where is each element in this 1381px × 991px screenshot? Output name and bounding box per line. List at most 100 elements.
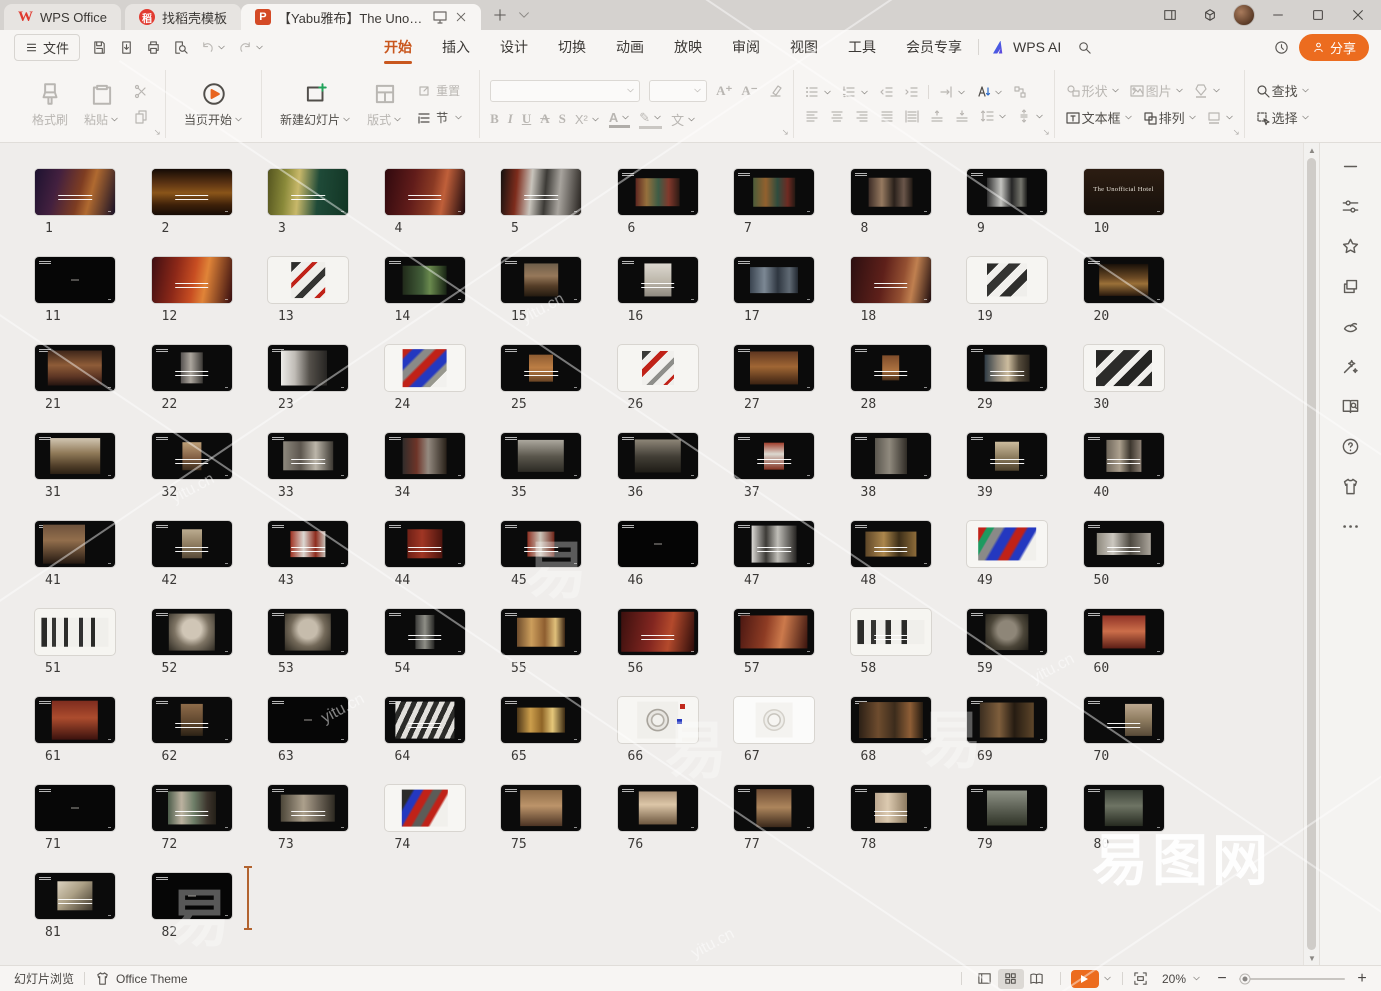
history-icon[interactable] <box>1274 40 1289 55</box>
justify-icon[interactable] <box>879 108 895 124</box>
slide-thumbnail-48[interactable] <box>851 521 931 567</box>
slide-thumbnail-19[interactable] <box>967 257 1047 303</box>
undo-chevron-icon[interactable] <box>217 43 226 52</box>
slide-thumbnail-58[interactable] <box>851 609 931 655</box>
font-color-button[interactable]: A <box>609 110 630 128</box>
slide-thumbnail-74[interactable] <box>385 785 465 831</box>
scroll-down-icon[interactable]: ▼ <box>1304 951 1319 965</box>
slide-thumbnail-24[interactable] <box>385 345 465 391</box>
slide-thumbnail-71[interactable] <box>35 785 115 831</box>
slide-thumbnail-69[interactable] <box>967 697 1047 743</box>
smart-tools-icon[interactable] <box>1341 357 1360 376</box>
slide-thumbnail-31[interactable] <box>35 433 115 479</box>
slide-thumbnail-7[interactable] <box>734 169 814 215</box>
print-preview-icon[interactable] <box>173 40 188 55</box>
superscript-button[interactable]: X² <box>575 112 600 127</box>
slide-thumbnail-49[interactable] <box>967 521 1047 567</box>
slide-thumbnail-67[interactable] <box>734 697 814 743</box>
slide-thumbnail-2[interactable] <box>152 169 232 215</box>
zoom-slider[interactable] <box>1239 978 1345 980</box>
slide-thumbnail-4[interactable] <box>385 169 465 215</box>
reset-button[interactable]: 重置 <box>416 82 463 99</box>
slide-thumbnail-53[interactable] <box>268 609 348 655</box>
slide-thumbnail-33[interactable] <box>268 433 348 479</box>
slide-thumbnail-14[interactable] <box>385 257 465 303</box>
ribbon-tab-放映[interactable]: 放映 <box>672 33 704 61</box>
ribbon-tab-会员专享[interactable]: 会员专享 <box>904 33 964 61</box>
slide-thumbnail-72[interactable] <box>152 785 232 831</box>
slide-thumbnail-59[interactable] <box>967 609 1047 655</box>
align-left-icon[interactable] <box>804 108 820 124</box>
font-size-select[interactable] <box>649 80 707 102</box>
document-tab[interactable]: P 【Yabu雅布】The Unofficial <box>241 4 481 30</box>
slide-thumbnail-81[interactable] <box>35 873 115 919</box>
split-view-button[interactable] <box>1153 2 1187 28</box>
reading-view-button[interactable] <box>1024 969 1050 989</box>
ribbon-tab-插入[interactable]: 插入 <box>440 33 472 61</box>
clipboard-launcher-icon[interactable] <box>153 128 162 137</box>
ribbon-tab-开始[interactable]: 开始 <box>382 33 414 61</box>
slide-thumbnail-30[interactable] <box>1084 345 1164 391</box>
slide-thumbnail-64[interactable] <box>385 697 465 743</box>
slide-thumbnail-10[interactable]: The Unofficial Hotel <box>1084 169 1164 215</box>
slide-thumbnail-60[interactable] <box>1084 609 1164 655</box>
slide-thumbnail-29[interactable] <box>967 345 1047 391</box>
fit-screen-icon[interactable] <box>1133 971 1148 986</box>
slide-thumbnail-46[interactable] <box>618 521 698 567</box>
slide-thumbnail-41[interactable] <box>35 521 115 567</box>
slide-thumbnail-55[interactable] <box>501 609 581 655</box>
select-button[interactable]: 选择 <box>1255 108 1310 127</box>
slide-thumbnail-38[interactable] <box>851 433 931 479</box>
increase-indent-icon[interactable] <box>903 84 919 100</box>
format-painter-button[interactable]: 格式刷 <box>24 81 76 128</box>
cut-icon[interactable] <box>133 83 149 99</box>
slide-thumbnail-76[interactable] <box>618 785 698 831</box>
collapse-ribbon-icon[interactable] <box>1341 157 1360 176</box>
ribbon-tab-视图[interactable]: 视图 <box>788 33 820 61</box>
ribbon-tab-切换[interactable]: 切换 <box>556 33 588 61</box>
slide-thumbnail-47[interactable] <box>734 521 814 567</box>
slide-thumbnail-78[interactable] <box>851 785 931 831</box>
slide-thumbnail-45[interactable] <box>501 521 581 567</box>
section-button[interactable]: 节 <box>416 109 463 126</box>
slide-thumbnail-44[interactable] <box>385 521 465 567</box>
slide-thumbnail-40[interactable] <box>1084 433 1164 479</box>
decrease-spacing-icon[interactable] <box>954 108 970 124</box>
new-slide-button[interactable]: 新建幻灯片 <box>272 81 359 128</box>
slide-thumbnail-11[interactable] <box>35 257 115 303</box>
slide-thumbnail-39[interactable] <box>967 433 1047 479</box>
slide-thumbnail-20[interactable] <box>1084 257 1164 303</box>
align-center-icon[interactable] <box>829 108 845 124</box>
underline-button[interactable]: U <box>522 111 531 127</box>
bold-button[interactable]: B <box>490 111 499 127</box>
app-center-button[interactable] <box>1193 2 1227 28</box>
bullets-button[interactable] <box>804 84 832 100</box>
favorites-icon[interactable] <box>1341 237 1360 256</box>
skin-icon[interactable] <box>1341 477 1360 496</box>
maximize-button[interactable] <box>1301 2 1335 28</box>
text-direction-button[interactable] <box>938 84 966 100</box>
zoom-out-button[interactable]: − <box>1213 970 1231 988</box>
font-launcher-icon[interactable] <box>781 128 790 137</box>
layout-button[interactable]: 版式 <box>359 81 410 128</box>
strikethrough-button[interactable]: S <box>559 111 566 127</box>
slide-thumbnail-80[interactable] <box>1084 785 1164 831</box>
wps-home-tab[interactable]: W WPS Office <box>4 4 121 30</box>
zoom-value[interactable]: 20% <box>1162 972 1186 986</box>
slide-thumbnail-32[interactable] <box>152 433 232 479</box>
slide-thumbnail-73[interactable] <box>268 785 348 831</box>
normal-view-button[interactable] <box>972 969 998 989</box>
slide-thumbnail-62[interactable] <box>152 697 232 743</box>
redo-chevron-icon[interactable] <box>255 43 264 52</box>
slide-thumbnail-28[interactable] <box>851 345 931 391</box>
vertical-text-button[interactable] <box>975 84 1003 100</box>
slide-thumbnail-13[interactable] <box>268 257 348 303</box>
paragraph-spacing-button[interactable] <box>1016 108 1044 124</box>
new-tab-button[interactable] <box>493 8 507 22</box>
slide-thumbnail-77[interactable] <box>734 785 814 831</box>
decrease-indent-icon[interactable] <box>878 84 894 100</box>
paste-button[interactable]: 粘贴 <box>76 81 127 128</box>
export-icon[interactable] <box>119 40 134 55</box>
paragraph-launcher-icon[interactable] <box>1042 128 1051 137</box>
slide-thumbnail-6[interactable] <box>618 169 698 215</box>
